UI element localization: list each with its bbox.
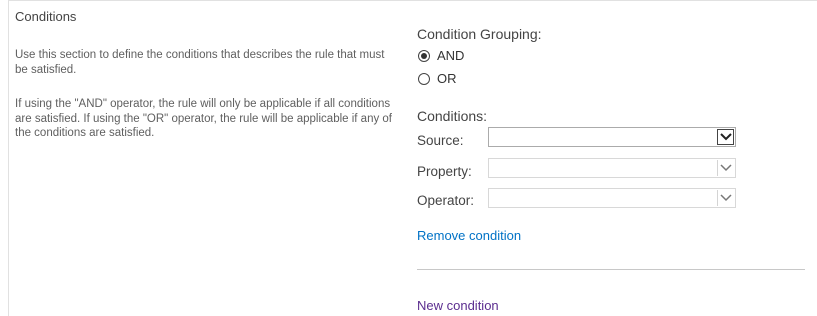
new-condition-link[interactable]: New condition xyxy=(417,298,499,313)
conditions-label: Conditions: xyxy=(417,108,488,124)
property-dropdown[interactable] xyxy=(488,158,736,178)
source-label: Source: xyxy=(417,133,464,148)
radio-unselected-icon[interactable] xyxy=(418,72,430,85)
left-divider xyxy=(8,0,9,316)
property-label: Property: xyxy=(417,164,472,179)
section-operator-help: If using the "AND" operator, the rule wi… xyxy=(15,98,393,139)
operator-dropdown[interactable] xyxy=(488,188,736,208)
remove-condition-link[interactable]: Remove condition xyxy=(417,228,521,243)
chevron-down-icon[interactable] xyxy=(717,160,734,176)
operator-label: Operator: xyxy=(417,193,475,208)
section-title: Conditions xyxy=(15,9,77,24)
condition-grouping-label: Condition Grouping: xyxy=(417,26,542,42)
top-divider xyxy=(8,0,817,1)
radio-selected-icon[interactable] xyxy=(418,49,430,62)
radio-and-option[interactable]: AND xyxy=(418,48,464,63)
source-dropdown[interactable] xyxy=(488,127,736,147)
conditions-section: Conditions Use this section to define th… xyxy=(0,0,817,316)
section-description: Use this section to define the condition… xyxy=(15,49,385,76)
chevron-down-icon[interactable] xyxy=(717,190,734,206)
radio-or-option[interactable]: OR xyxy=(418,71,457,86)
radio-and-label: AND xyxy=(437,48,465,63)
chevron-down-icon[interactable] xyxy=(717,129,734,145)
conditions-divider xyxy=(417,269,805,270)
radio-or-label: OR xyxy=(437,71,457,86)
